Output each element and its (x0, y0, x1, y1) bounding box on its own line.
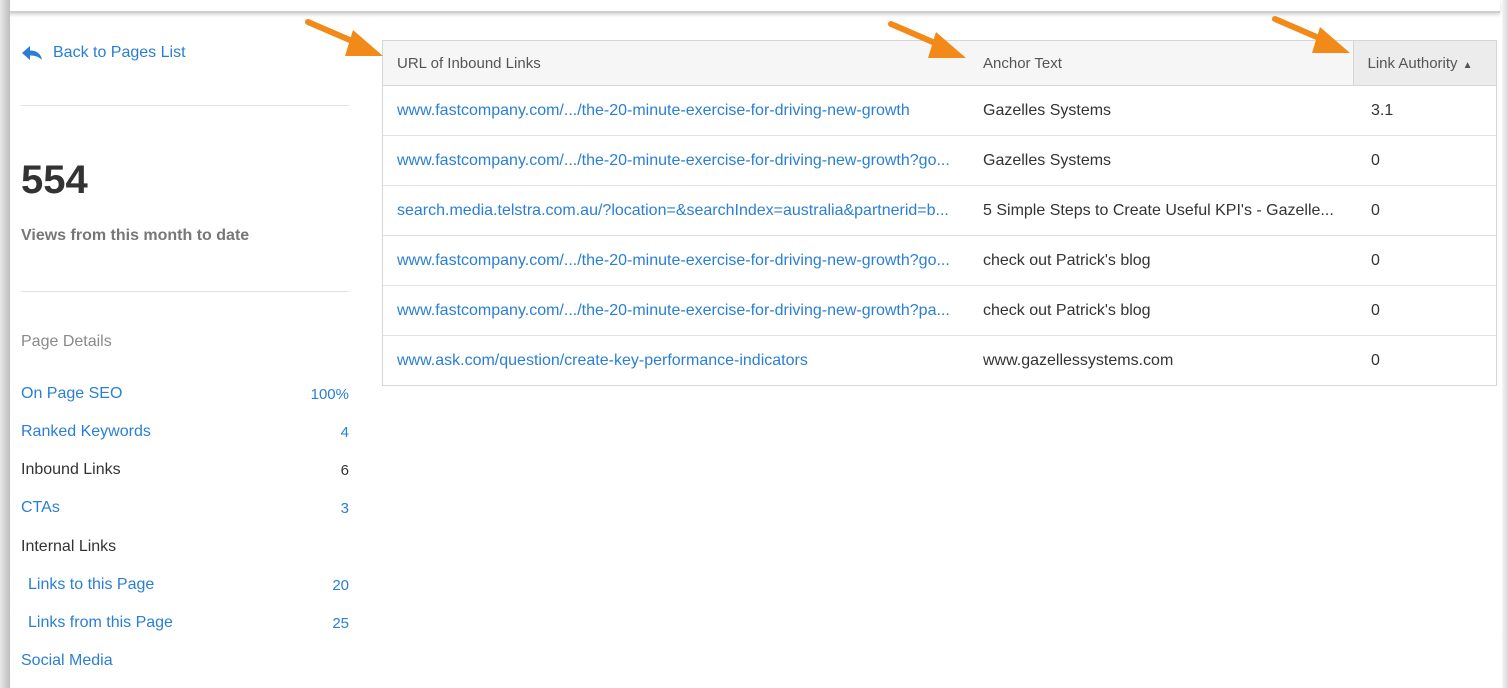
inbound-link-url[interactable]: www.fastcompany.com/.../the-20-minute-ex… (397, 252, 950, 269)
sidebar-item-inbound-links[interactable]: Inbound Links 6 (21, 458, 349, 482)
sidebar-item-value: 25 (332, 614, 349, 632)
sidebar-item-value: 6 (340, 461, 349, 479)
annotation-arrow-icon (305, 19, 383, 56)
sidebar-item-on-page-seo[interactable]: On Page SEO 100% (21, 382, 349, 406)
column-header-url[interactable]: URL of Inbound Links (383, 41, 969, 86)
sidebar-item-label: Internal Links (21, 538, 117, 555)
inbound-links-table: URL of Inbound Links Anchor Text Link Au… (382, 40, 1497, 386)
sidebar-item-links-from-page[interactable]: Links from this Page 25 (21, 611, 349, 635)
sidebar-item-label: Links from this Page (28, 614, 173, 631)
sidebar-divider (21, 291, 349, 292)
sidebar-item-links-to-page[interactable]: Links to this Page 20 (21, 573, 349, 597)
sidebar-item-value: 4 (340, 423, 349, 441)
sidebar-item-label: Social Media (21, 652, 113, 669)
anchor-text-cell: 5 Simple Steps to Create Useful KPI's - … (969, 185, 1353, 236)
sidebar-item-label: Links to this Page (28, 576, 155, 593)
table-row: www.fastcompany.com/.../the-20-minute-ex… (383, 285, 1496, 336)
sidebar-item-label: Ranked Keywords (21, 423, 151, 440)
window-left-edge (0, 0, 10, 688)
table-row: search.media.telstra.com.au/?location=&s… (383, 185, 1496, 236)
sidebar-item-social-media[interactable]: Social Media (21, 649, 349, 673)
sort-ascending-icon: ▲ (1462, 59, 1473, 71)
column-header-link-authority[interactable]: Link Authority ▲ (1352, 41, 1496, 86)
annotation-arrow-icon (888, 21, 966, 58)
link-authority-cell: 3.1 (1353, 85, 1496, 136)
link-authority-cell: 0 (1353, 235, 1496, 286)
anchor-text-cell: check out Patrick's blog (969, 235, 1353, 286)
page-details-title: Page Details (21, 333, 112, 350)
inbound-link-url[interactable]: www.ask.com/question/create-key-performa… (397, 352, 808, 369)
table-row: www.fastcompany.com/.../the-20-minute-ex… (383, 235, 1496, 286)
sidebar-item-label: Inbound Links (21, 461, 121, 478)
table-row: www.ask.com/question/create-key-performa… (383, 336, 1496, 386)
sidebar-item-value: 100% (310, 385, 349, 403)
back-link-label: Back to Pages List (53, 44, 186, 61)
link-authority-cell: 0 (1353, 185, 1496, 236)
inbound-link-url[interactable]: www.fastcompany.com/.../the-20-minute-ex… (397, 102, 910, 119)
sidebar-item-value: 20 (332, 576, 349, 594)
link-authority-cell: 0 (1353, 285, 1496, 336)
link-authority-cell: 0 (1353, 135, 1496, 186)
anchor-text-cell: Gazelles Systems (969, 135, 1353, 186)
sidebar-item-label: On Page SEO (21, 385, 123, 402)
sidebar-item-ranked-keywords[interactable]: Ranked Keywords 4 (21, 420, 349, 444)
sidebar-item-ctas[interactable]: CTAs 3 (21, 496, 349, 520)
back-arrow-icon (21, 45, 43, 61)
anchor-text-cell: check out Patrick's blog (969, 285, 1353, 336)
sidebar-item-label: CTAs (21, 499, 60, 516)
table-row: www.fastcompany.com/.../the-20-minute-ex… (383, 85, 1496, 136)
views-caption: Views from this month to date (21, 227, 250, 244)
annotation-arrow-icon (1272, 16, 1350, 53)
window-right-edge (1502, 0, 1508, 688)
inbound-link-url[interactable]: www.fastcompany.com/.../the-20-minute-ex… (397, 302, 950, 319)
anchor-text-cell: www.gazellessystems.com (983, 352, 1174, 369)
table-row: www.fastcompany.com/.../the-20-minute-ex… (383, 135, 1496, 186)
inbound-link-url[interactable]: search.media.telstra.com.au/?location=&s… (397, 202, 949, 219)
back-to-pages-link[interactable]: Back to Pages List (21, 42, 186, 64)
anchor-text-cell: Gazelles Systems (969, 85, 1353, 136)
inbound-link-url[interactable]: www.fastcompany.com/.../the-20-minute-ex… (397, 152, 950, 169)
sidebar-item-internal-links: Internal Links (21, 535, 349, 559)
sidebar-divider (21, 105, 349, 106)
window-top-edge (8, 0, 1500, 13)
link-authority-cell: 0 (1371, 352, 1380, 369)
views-count: 554 (21, 158, 88, 202)
sidebar-item-value: 3 (340, 499, 349, 517)
